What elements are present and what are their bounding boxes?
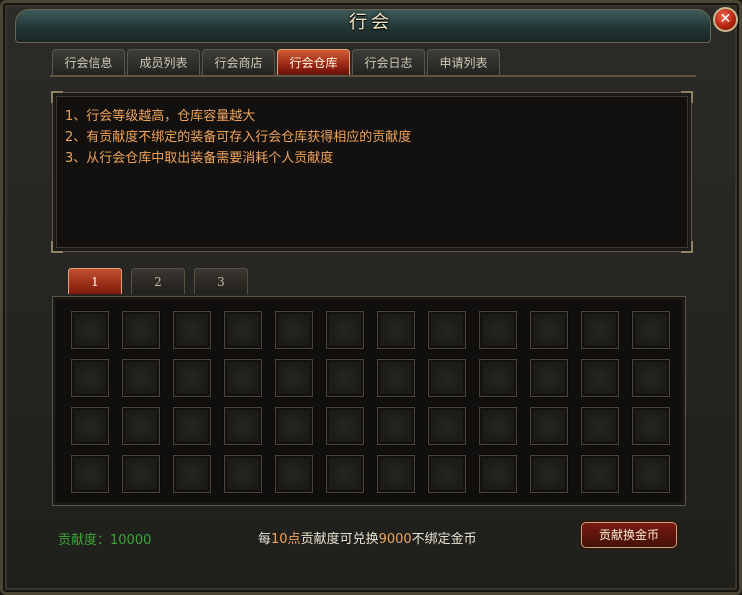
exchange-rate-text: 每10点贡献度可兑换9000不绑定金币 (258, 528, 477, 547)
warehouse-slot[interactable] (632, 359, 670, 397)
warehouse-slot[interactable] (122, 311, 160, 349)
rules-panel: 1、行会等级越高，仓库容量越大 2、有贡献度不绑定的装备可存入行会仓库获得相应的… (51, 91, 693, 253)
warehouse-slot[interactable] (479, 407, 517, 445)
tab-application-list[interactable]: 申请列表 (427, 49, 500, 76)
exchange-text-part: 贡献度可兑换 (300, 532, 379, 547)
warehouse-slot[interactable] (326, 455, 364, 493)
warehouse-slot[interactable] (326, 359, 364, 397)
warehouse-slot[interactable] (326, 407, 364, 445)
warehouse-slot[interactable] (326, 311, 364, 349)
tab-guild-warehouse[interactable]: 行会仓库 (277, 49, 350, 76)
rule-line-1: 1、行会等级越高，仓库容量越大 (65, 109, 256, 124)
warehouse-slot[interactable] (71, 359, 109, 397)
corner-ornament (51, 91, 63, 103)
warehouse-page-tab-2[interactable]: 2 (131, 268, 185, 294)
window-title: 行会 (349, 12, 393, 33)
warehouse-slot[interactable] (632, 455, 670, 493)
exchange-points: 10点 (271, 532, 301, 547)
warehouse-slot[interactable] (173, 359, 211, 397)
warehouse-slot[interactable] (275, 455, 313, 493)
warehouse-slot[interactable] (632, 407, 670, 445)
warehouse-slot[interactable] (530, 455, 568, 493)
warehouse-slot[interactable] (479, 359, 517, 397)
warehouse-slot[interactable] (122, 407, 160, 445)
warehouse-slot[interactable] (173, 455, 211, 493)
warehouse-slot[interactable] (173, 311, 211, 349)
warehouse-slot[interactable] (224, 359, 262, 397)
warehouse-slot[interactable] (428, 359, 466, 397)
close-icon[interactable]: ✕ (713, 7, 738, 32)
warehouse-slot[interactable] (71, 455, 109, 493)
warehouse-slot[interactable] (275, 311, 313, 349)
warehouse-slot[interactable] (122, 359, 160, 397)
warehouse-slot[interactable] (224, 407, 262, 445)
warehouse-slot[interactable] (581, 311, 619, 349)
corner-ornament (681, 91, 693, 103)
exchange-gold-button[interactable]: 贡献换金币 (581, 522, 677, 548)
warehouse-slot[interactable] (428, 311, 466, 349)
corner-ornament (51, 241, 63, 253)
warehouse-slot[interactable] (275, 407, 313, 445)
warehouse-page-tab-3[interactable]: 3 (194, 268, 248, 294)
warehouse-slot[interactable] (581, 359, 619, 397)
warehouse-slot[interactable] (173, 407, 211, 445)
warehouse-slot[interactable] (224, 455, 262, 493)
tab-divider (50, 75, 696, 77)
warehouse-grid (52, 296, 686, 506)
warehouse-slot[interactable] (530, 311, 568, 349)
exchange-text-part: 不绑定金币 (411, 532, 477, 547)
warehouse-slot[interactable] (122, 455, 160, 493)
warehouse-slot[interactable] (377, 359, 415, 397)
warehouse-slot[interactable] (275, 359, 313, 397)
warehouse-slot[interactable] (224, 311, 262, 349)
tab-guild-info[interactable]: 行会信息 (52, 49, 125, 76)
warehouse-slot[interactable] (581, 407, 619, 445)
contribution-label: 贡献度： (58, 533, 111, 548)
warehouse-slot[interactable] (71, 407, 109, 445)
tab-guild-shop[interactable]: 行会商店 (202, 49, 275, 76)
warehouse-page-tab-1[interactable]: 1 (68, 268, 122, 294)
warehouse-slot[interactable] (377, 455, 415, 493)
warehouse-slot[interactable] (377, 311, 415, 349)
exchange-gold: 9000 (378, 532, 412, 547)
warehouse-slot[interactable] (428, 455, 466, 493)
warehouse-slot[interactable] (428, 407, 466, 445)
exchange-text-part: 每 (258, 532, 272, 547)
warehouse-slot[interactable] (71, 311, 109, 349)
contribution-display: 贡献度：10000 (58, 529, 151, 548)
warehouse-slot[interactable] (377, 407, 415, 445)
warehouse-slot[interactable] (581, 455, 619, 493)
warehouse-slot[interactable] (530, 359, 568, 397)
tab-guild-log[interactable]: 行会日志 (352, 49, 425, 76)
warehouse-slot[interactable] (530, 407, 568, 445)
contribution-value: 10000 (110, 533, 152, 548)
tab-member-list[interactable]: 成员列表 (127, 49, 200, 76)
rule-line-2: 2、有贡献度不绑定的装备可存入行会仓库获得相应的贡献度 (65, 130, 412, 145)
corner-ornament (681, 241, 693, 253)
warehouse-slot[interactable] (479, 311, 517, 349)
warehouse-slot[interactable] (479, 455, 517, 493)
rule-line-3: 3、从行会仓库中取出装备需要消耗个人贡献度 (65, 151, 334, 166)
warehouse-slot[interactable] (632, 311, 670, 349)
